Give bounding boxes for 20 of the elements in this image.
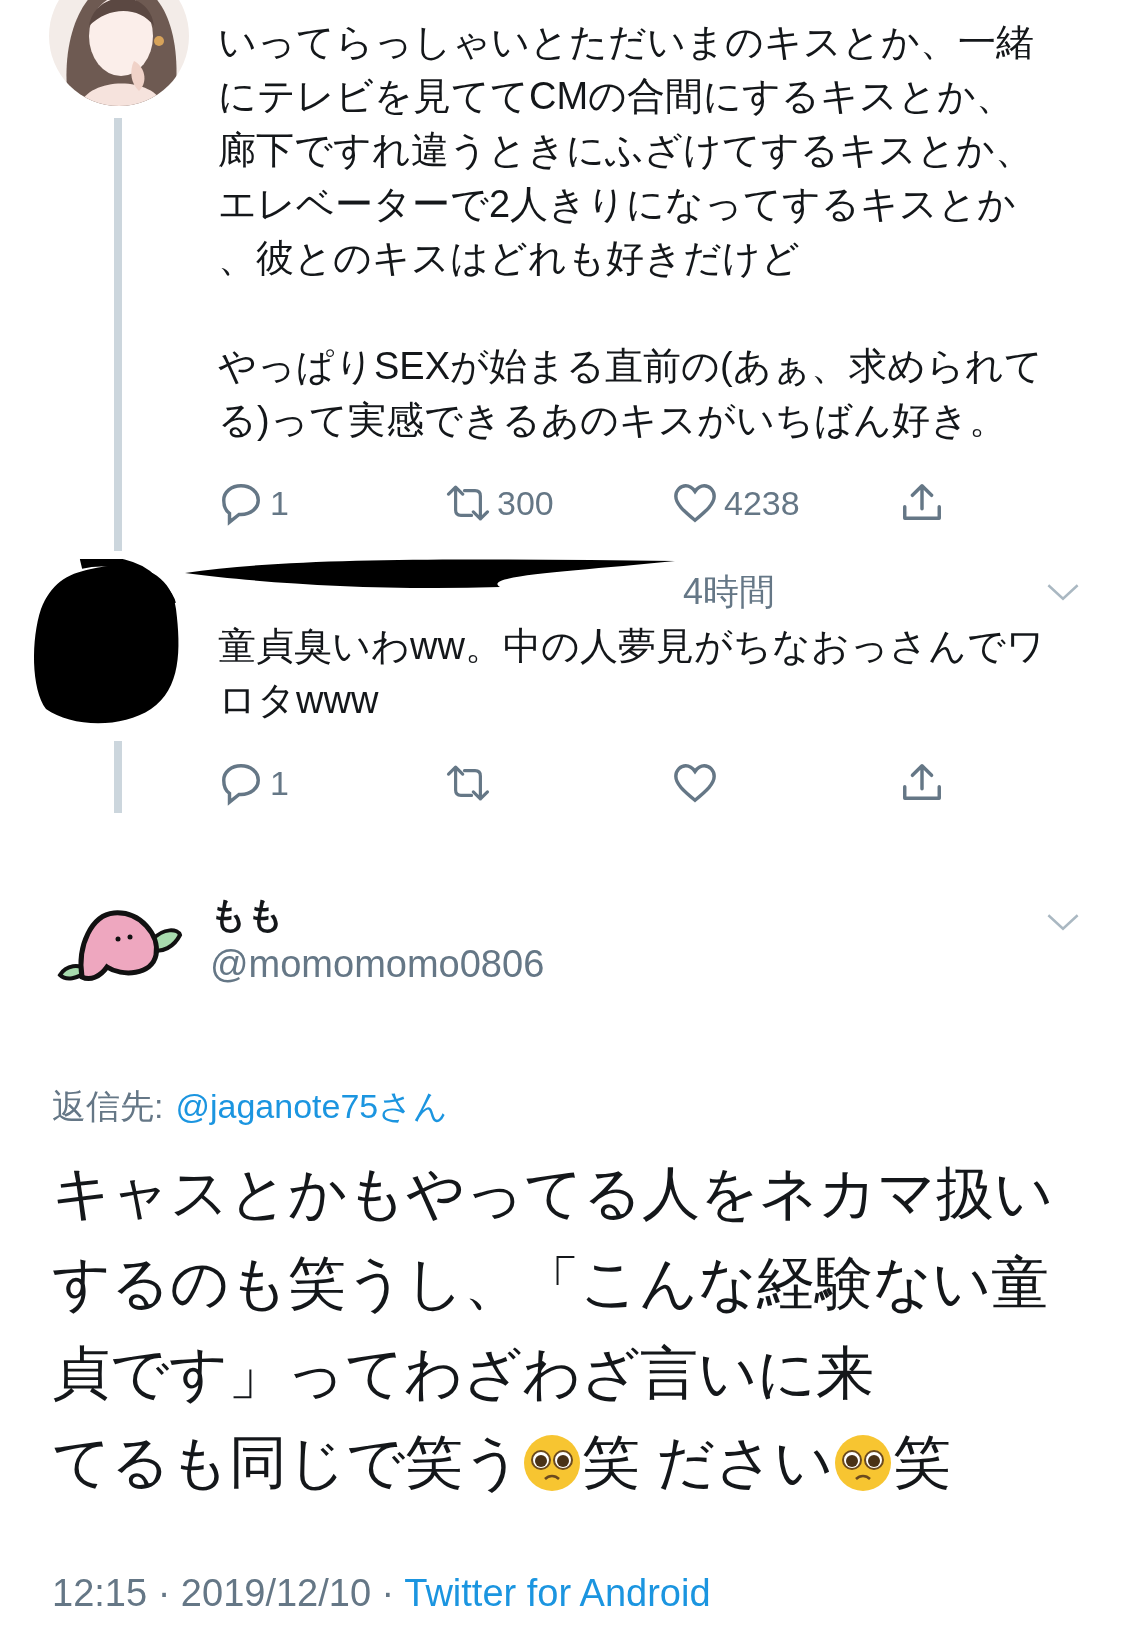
tweet-time: 4時間: [683, 569, 776, 614]
tweet-text: 童貞臭いわww。中の人夢見がちなおっさんでワロタwww: [218, 624, 1046, 723]
tweet-text: 笑: [893, 1428, 952, 1496]
tweet-text: いってらっしゃいとただいまのキスとか、一緒にテレビを見ててCMの合間にするキスとか、廊下ですれ違うときにふざけてするキスとか、エレベーターで2人きりになってするキスとか、彼とのキスはどれも好きだけど: [218, 20, 1035, 281]
pleading-face-icon: [522, 1433, 582, 1493]
pleading-face-icon: [833, 1433, 894, 1493]
user-handle: @momomomo0806: [210, 942, 545, 987]
action-count: 4238: [724, 483, 800, 523]
action-count: 1: [270, 763, 289, 803]
tweet-text: 笑 ださい: [582, 1428, 834, 1496]
tweet-text: キャスとかもやってる人をネカマ扱いするのも笑うし、「こんな経験ない童貞です」ってわざわざ言いに来: [52, 1159, 1054, 1407]
tweet-text: やっぱりSEXが始まる直前の(あぁ、求められてる)って実感できるあのキスがいちばん好き。: [218, 344, 1044, 443]
reply-label: 返信先:: [52, 1086, 164, 1127]
action-count: 1: [270, 483, 289, 523]
reply-link[interactable]: @jaganote75さん: [175, 1083, 449, 1129]
tweet-timestamp: 12:15 · 2019/12/10 ·: [52, 1571, 395, 1616]
source-link[interactable]: Twitter for Android: [404, 1568, 711, 1618]
action-count: 300: [497, 483, 554, 523]
tweet-text: てるも同じで笑う: [52, 1428, 522, 1496]
display-name: もも: [210, 893, 285, 937]
